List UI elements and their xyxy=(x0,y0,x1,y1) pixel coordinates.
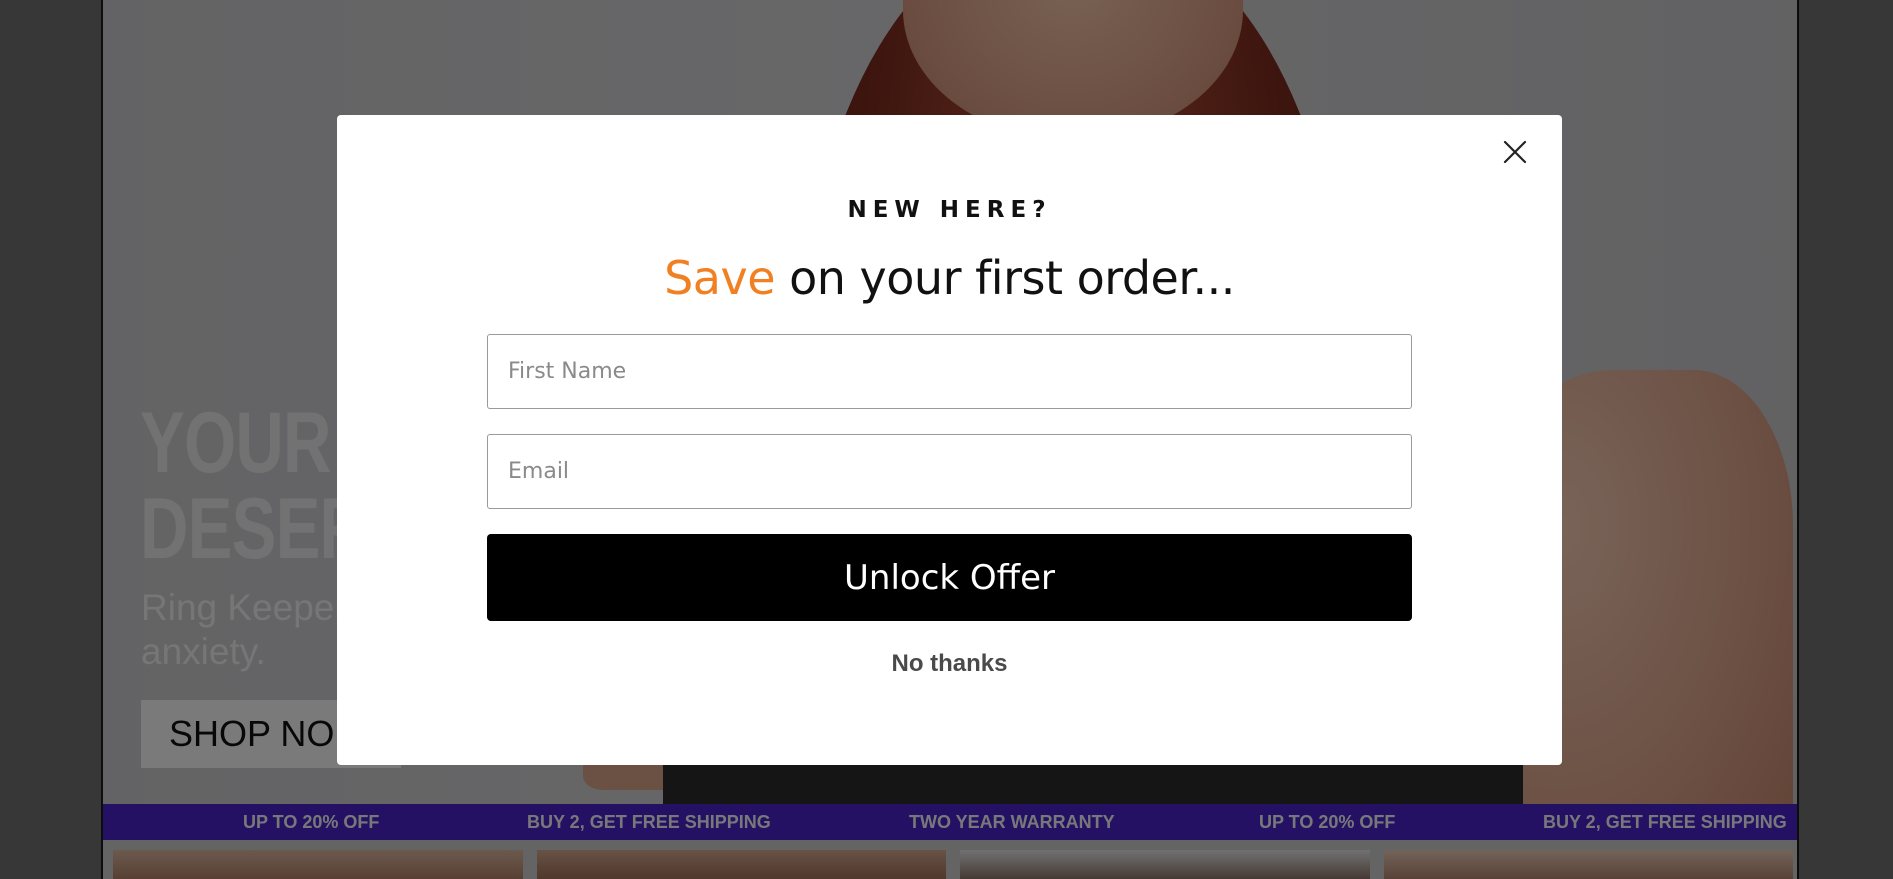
unlock-offer-button[interactable]: Unlock Offer xyxy=(487,534,1412,621)
first-name-input[interactable] xyxy=(487,334,1412,409)
headline-rest: on your first order... xyxy=(775,251,1235,305)
no-thanks-link[interactable]: No thanks xyxy=(337,650,1562,678)
modal-headline: Save on your first order... xyxy=(337,251,1562,305)
close-button[interactable] xyxy=(1496,133,1534,171)
headline-accent: Save xyxy=(664,251,775,305)
signup-modal: NEW HERE? Save on your first order... Un… xyxy=(337,115,1562,765)
modal-eyebrow: NEW HERE? xyxy=(847,197,1052,223)
close-icon xyxy=(1503,140,1527,164)
email-input[interactable] xyxy=(487,434,1412,509)
